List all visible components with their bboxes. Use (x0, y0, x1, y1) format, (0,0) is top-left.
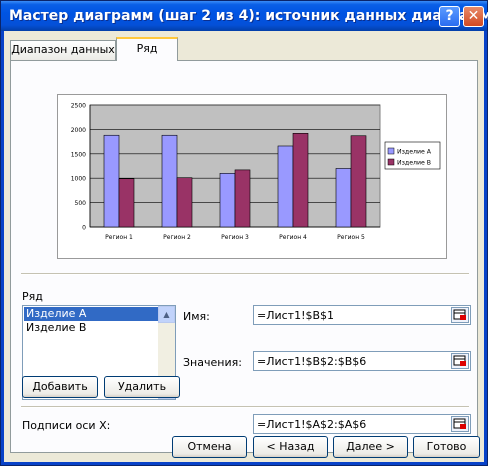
range-select-icon[interactable] (451, 416, 469, 432)
tab-data-range[interactable]: Диапазон данных (10, 40, 116, 60)
chart-wizard-window: Мастер диаграмм (шаг 2 из 4): источник д… (0, 0, 488, 466)
next-button[interactable]: Далее > (333, 436, 408, 458)
x-tick-label: Регион 2 (163, 234, 191, 241)
y-tick-label: 2000 (71, 127, 86, 134)
values-field-value: =Лист1!$B$2:$B$6 (257, 355, 367, 368)
dialog-client: Диапазон данных Ряд 0 500 1000 1500 2000 2500… (4, 31, 484, 462)
scroll-up-icon[interactable]: ▲ (158, 306, 175, 323)
bar (292, 133, 309, 228)
values-field[interactable]: =Лист1!$B$2:$B$6 (253, 351, 471, 371)
y-tick-label: 1500 (71, 151, 86, 158)
separator-mid (21, 406, 469, 408)
name-field-label: Имя: (183, 310, 210, 323)
name-field-value: =Лист1!$B$1 (257, 309, 335, 322)
y-tick-label: 500 (75, 200, 87, 207)
close-button[interactable]: ✕ (463, 6, 484, 27)
x-tick-label: Регион 3 (221, 234, 249, 241)
bar (118, 178, 135, 228)
y-tick-label: 2500 (71, 103, 86, 110)
xlabels-field-value: =Лист1!$A$2:$A$6 (257, 418, 367, 431)
series-list-item[interactable]: Изделие А (24, 307, 158, 321)
series-label: Ряд (22, 290, 43, 303)
bar (350, 135, 367, 228)
legend-swatch (387, 147, 395, 155)
title-bar[interactable]: Мастер диаграмм (шаг 2 из 4): источник д… (1, 1, 488, 31)
cancel-button[interactable]: Отмена (172, 436, 247, 458)
legend-label: Изделие А (397, 149, 432, 156)
add-series-button[interactable]: Добавить (22, 376, 98, 398)
bar (335, 168, 352, 228)
bar (103, 134, 120, 228)
y-tick-label: 0 (82, 225, 86, 232)
legend-label: Изделие В (397, 160, 431, 167)
back-button[interactable]: < Назад (253, 436, 328, 458)
tab-panel: 0 500 1000 1500 2000 2500 Регион 1 Регион 2 Реги… (10, 60, 478, 453)
range-select-icon[interactable] (451, 353, 469, 369)
x-tick-label: Регион 1 (105, 234, 133, 241)
separator-top (21, 273, 469, 275)
tab-series[interactable]: Ряд (116, 37, 178, 61)
help-button[interactable]: ? (439, 6, 460, 27)
chart-svg: 0 500 1000 1500 2000 2500 Регион 1 Регион 2 Реги… (71, 103, 441, 241)
bar (161, 134, 178, 228)
x-tick-label: Регион 5 (337, 234, 365, 241)
bar (176, 177, 193, 228)
x-tick-label: Регион 4 (279, 234, 307, 241)
name-field[interactable]: =Лист1!$B$1 (253, 305, 471, 325)
legend-swatch (387, 158, 395, 166)
window-title: Мастер диаграмм (шаг 2 из 4): источник д… (9, 8, 488, 24)
range-select-icon[interactable] (451, 307, 469, 323)
xlabels-field-label: Подписи оси X: (22, 419, 111, 432)
chart-preview: 0 500 1000 1500 2000 2500 Регион 1 Регион 2 Реги… (57, 94, 447, 259)
remove-series-button[interactable]: Удалить (104, 376, 180, 398)
values-field-label: Значения: (183, 356, 242, 369)
y-tick-label: 1000 (71, 176, 86, 183)
bar (277, 145, 294, 228)
bar (219, 173, 236, 228)
xlabels-field[interactable]: =Лист1!$A$2:$A$6 (253, 414, 471, 434)
bar (234, 169, 251, 228)
finish-button[interactable]: Готово (413, 436, 480, 458)
series-list-item[interactable]: Изделие В (24, 321, 158, 335)
